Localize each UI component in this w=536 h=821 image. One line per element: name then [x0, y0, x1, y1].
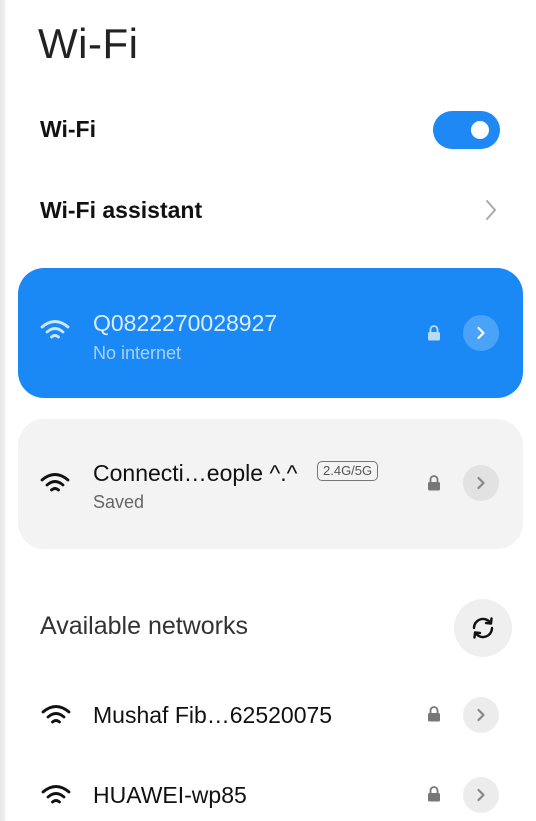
wifi-assistant-label: Wi-Fi assistant [40, 197, 203, 223]
toggle-knob [471, 121, 489, 139]
edge-shadow [0, 0, 6, 821]
network-name: Mushaf Fib…62520075 [93, 702, 333, 728]
wifi-signal-icon [40, 320, 70, 339]
network-status: No internet [93, 343, 182, 363]
wifi-settings-screen: Wi-Fi Wi-Fi Wi-Fi assistant Q08222700289… [0, 0, 536, 821]
chevron-right-icon [486, 200, 496, 220]
band-badge: 2.4G/5G [317, 461, 379, 481]
lock-icon [428, 786, 440, 802]
network-details-button[interactable] [463, 777, 499, 813]
lock-icon [428, 325, 440, 341]
network-name: Connecti…eople ^.^ [93, 460, 298, 486]
refresh-icon [472, 617, 494, 639]
lock-icon [428, 475, 440, 491]
chevron-right-icon [477, 326, 485, 340]
network-name: HUAWEI-wp85 [93, 782, 247, 808]
network-name: Q0822270028927 [93, 310, 278, 336]
page-title: Wi-Fi [38, 20, 139, 67]
wifi-toggle-label: Wi-Fi [40, 116, 96, 142]
network-status: Saved [93, 492, 145, 512]
connected-network-card[interactable]: Q0822270028927 No internet [18, 268, 523, 398]
available-networks-title: Available networks [40, 612, 248, 640]
network-details-button[interactable] [463, 697, 499, 733]
wifi-signal-icon [40, 473, 70, 492]
wifi-signal-icon [41, 785, 71, 804]
wifi-toggle-switch[interactable] [433, 111, 500, 149]
chevron-right-icon [477, 788, 485, 802]
chevron-right-icon [477, 708, 485, 722]
refresh-button[interactable] [454, 599, 512, 657]
saved-network-card[interactable]: Connecti…eople ^.^ Saved [18, 419, 523, 549]
network-details-button[interactable] [463, 465, 499, 501]
network-details-button[interactable] [463, 315, 499, 351]
wifi-signal-icon [41, 705, 71, 724]
chevron-right-icon [477, 476, 485, 490]
lock-icon [428, 706, 440, 722]
